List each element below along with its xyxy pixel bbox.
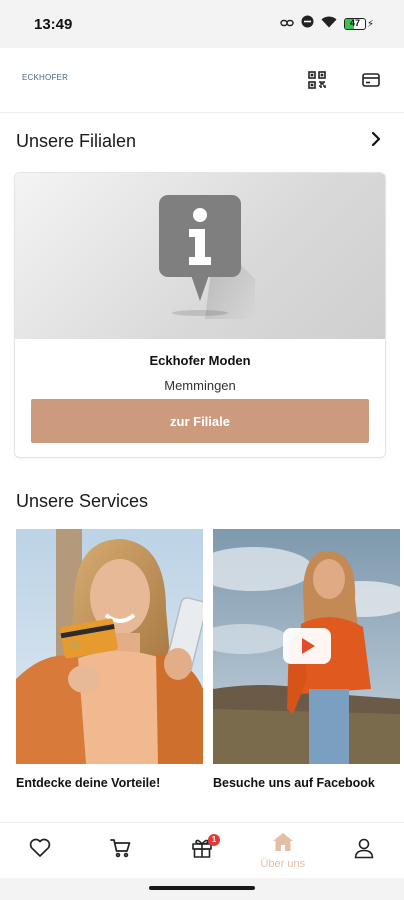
cart-icon xyxy=(110,838,132,863)
battery-icon: 47 ⚡︎ xyxy=(343,18,374,30)
link-icon xyxy=(280,15,294,33)
nav-gifts[interactable]: 1 xyxy=(167,823,237,879)
gesture-bar[interactable] xyxy=(149,886,255,890)
stores-section-header[interactable]: Unsere Filialen xyxy=(0,113,404,169)
chevron-right-icon[interactable] xyxy=(370,131,382,152)
nav-profile[interactable] xyxy=(329,823,399,879)
service-card-benefits[interactable]: Entdecke deine Vorteile! xyxy=(16,529,203,790)
brand-logo[interactable]: ECKHOFER xyxy=(22,73,68,82)
charging-icon: ⚡︎ xyxy=(366,18,374,30)
services-section-title: Unsere Services xyxy=(16,490,149,511)
nav-about-us[interactable]: Über uns xyxy=(248,823,318,879)
services-section-header: Unsere Services xyxy=(0,486,404,516)
app-header: ECKHOFER xyxy=(0,48,404,113)
user-icon xyxy=(353,837,375,864)
heart-icon xyxy=(29,838,51,863)
nav-favorites[interactable] xyxy=(5,823,75,879)
wifi-icon xyxy=(321,15,337,33)
do-not-disturb-icon xyxy=(301,15,314,33)
header-actions xyxy=(306,69,382,91)
gesture-area xyxy=(0,878,404,900)
battery-percentage: 47 xyxy=(349,18,360,28)
go-to-store-button[interactable]: zur Filiale xyxy=(31,399,369,443)
store-city: Memmingen xyxy=(164,378,236,393)
stores-section-title: Unsere Filialen xyxy=(16,130,137,151)
bottom-nav: 1 Über uns xyxy=(0,822,404,878)
gift-badge: 1 xyxy=(207,833,220,846)
store-card[interactable]: Eckhofer Moden Memmingen zur Filiale xyxy=(14,172,386,458)
nav-cart[interactable] xyxy=(86,823,156,879)
service-card-facebook[interactable]: Besuche uns auf Facebook xyxy=(213,529,400,790)
play-icon[interactable] xyxy=(283,628,331,669)
status-icons: 47 ⚡︎ xyxy=(280,15,374,33)
info-pin-icon xyxy=(145,189,255,324)
benefits-label[interactable]: Entdecke deine Vorteile! xyxy=(16,776,203,790)
facebook-label[interactable]: Besuche uns auf Facebook xyxy=(213,776,400,790)
store-name: Eckhofer Moden xyxy=(149,353,251,368)
status-bar: 13:49 47 ⚡︎ xyxy=(0,0,404,48)
facebook-image[interactable] xyxy=(213,529,400,764)
store-image xyxy=(15,173,385,339)
qr-code-icon[interactable] xyxy=(306,69,328,91)
benefits-image[interactable] xyxy=(16,529,203,764)
services-list: Entdecke deine Vorteile! Besuche uns auf… xyxy=(16,529,404,790)
status-time: 13:49 xyxy=(34,15,73,33)
home-icon xyxy=(272,832,294,857)
nav-about-us-label: Über uns xyxy=(260,857,306,870)
card-icon[interactable] xyxy=(360,69,382,91)
